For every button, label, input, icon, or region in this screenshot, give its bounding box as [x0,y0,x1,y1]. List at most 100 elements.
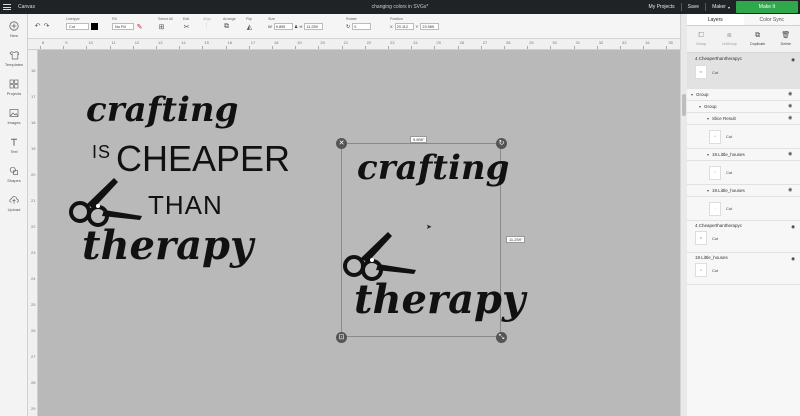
arrange-label: Arrange [223,17,236,21]
rotate-handle-icon[interactable]: ↻ [496,138,507,149]
ruler-tick [364,46,366,49]
ruler-tick [156,46,157,49]
tab-color-sync[interactable]: Color Sync [744,14,800,25]
layer-op: Cut [712,235,719,241]
ungroup-button[interactable]: ⧈ UnGroup [715,26,743,52]
caret-down-icon[interactable]: ▾ [691,92,693,97]
tool-templates[interactable]: Templates [0,44,28,73]
height-input[interactable]: 11.259 [304,23,324,30]
arrange-icon[interactable]: ⧉ [223,23,230,30]
eye-icon[interactable]: ◉ [788,104,795,109]
undo-icon[interactable]: ↶ [34,22,41,30]
scissors-art [69,178,142,227]
lock-icon[interactable]: 🔒︎ [295,24,298,30]
tool-label: Text [10,149,18,154]
tool-new[interactable]: New [0,15,28,44]
artwork-crafting-is-cheaper[interactable]: crafting IS CHEAPER THAN therapy [68,90,290,330]
ruler-tick [411,46,413,49]
tool-images[interactable]: Images [0,102,28,131]
pos-x-label: X [390,24,393,29]
caret-down-icon[interactable]: ▾ [707,152,709,157]
layer-group[interactable]: ▾ Group ◉ [687,101,800,113]
shapes-icon [9,166,19,176]
align-icon[interactable]: ⫶ [203,23,210,30]
tool-text[interactable]: Text [0,131,28,160]
delete-handle-icon[interactable]: ✕ [336,138,347,149]
layer-item[interactable]: ⌂ Cut [687,197,800,221]
select-all-icon[interactable]: ⊞ [158,23,165,31]
linetype-select[interactable]: Cut [66,23,89,30]
layer-item[interactable]: 19.Little_houses ⌂ Cut ◉ [687,253,800,285]
caret-down-icon[interactable]: ▾ [707,188,709,193]
width-input[interactable]: 9.895 [273,23,293,30]
ruler-mark: 23 [390,40,395,45]
position-y-input[interactable]: 23.989 [420,23,440,30]
scrollbar-thumb[interactable] [682,94,686,116]
delete-button[interactable]: 🗑︎ Delete [772,26,800,52]
layer-item[interactable]: ⌂ Cut [687,125,800,149]
layer-group[interactable]: ▾ 19.Little_houses ◉ [687,185,800,197]
trash-icon: 🗑︎ [781,32,791,39]
eye-icon[interactable]: ◉ [791,57,795,63]
caret-down-icon[interactable]: ▾ [699,104,701,109]
chevron-down-icon: ▾ [727,4,730,10]
save-button[interactable]: Save [688,4,699,10]
tool-label: Upload [7,207,21,212]
flip-icon[interactable]: ◭ [246,23,253,31]
layer-group[interactable]: ▾ 19.Little_houses ◉ [687,149,800,161]
layer-item[interactable]: 4.Cheaperthantherapyc ✂ Cut ◉ [687,221,800,253]
ruler-mark: 26 [31,328,36,333]
pencil-icon[interactable]: ✎ [136,23,143,31]
width-readout: 9.895" [410,136,428,143]
ruler-tick [272,46,273,49]
ruler-mark: 11 [111,40,116,45]
tool-shapes[interactable]: Shapes [0,160,28,189]
ruler-mark: 20 [31,172,36,177]
tab-layers[interactable]: Layers [687,14,744,25]
tool-projects[interactable]: Projects [0,73,28,102]
selection-box[interactable]: crafting therapy [341,143,525,337]
layer-name: 19.Little_houses [695,255,728,260]
linetype-color-swatch[interactable] [91,23,98,30]
layer-item[interactable]: 4.Cheaperthantherapyc ✂ Cut ◉ [687,53,800,89]
eye-icon[interactable]: ◉ [791,224,795,230]
my-projects-link[interactable]: My Projects [649,4,675,10]
rotate-input[interactable]: 0 [352,23,372,30]
vertical-scrollbar[interactable] [680,14,687,416]
pos-y-label: Y [415,24,419,29]
fill-select[interactable]: No Fill [112,23,134,30]
scissors-icon[interactable]: ✂ [183,23,190,31]
eye-icon[interactable]: ◉ [788,92,795,97]
duplicate-button[interactable]: ⧉ Duplicate [744,26,772,52]
tool-label: Images [7,120,21,125]
caret-down-icon[interactable]: ▾ [707,116,709,121]
eye-icon[interactable]: ◉ [788,116,795,121]
ruler-mark: 30 [552,40,557,45]
eye-icon[interactable]: ◉ [788,152,795,157]
eye-icon[interactable]: ◉ [791,256,795,262]
ruler-mark: 21 [31,198,36,203]
lock-handle-icon[interactable]: ⊡ [336,332,347,343]
tool-label: New [9,33,18,38]
layer-item[interactable]: ⌂ Cut [687,161,800,185]
eye-icon[interactable]: ◉ [788,188,795,193]
group-button[interactable]: ⧠ Group [687,26,715,52]
vertical-ruler: 16 17 18 19 20 21 22 23 24 25 26 27 28 29 [28,50,38,416]
tool-upload[interactable]: Upload [0,189,28,218]
art-text-is: IS [92,142,112,162]
layer-op: Cut [726,206,733,211]
redo-icon[interactable]: ↷ [43,22,50,30]
design-canvas[interactable]: crafting IS CHEAPER THAN therapy craftin… [38,50,680,416]
group-name: 19.Little_houses [712,152,745,157]
layer-group[interactable]: ▾ Group ◉ [687,89,800,101]
machine-select[interactable]: Maker ▾ [712,4,730,10]
resize-handle-icon[interactable]: ⤡ [496,332,507,343]
grid-icon [9,79,19,89]
house-thumbnail-icon: ⌂ [709,129,721,144]
make-it-button[interactable]: Make It [736,1,798,13]
layer-group[interactable]: ▾ Slice Result ◉ [687,113,800,125]
group-name: Slice Result [712,116,736,121]
ruler-tick [63,46,65,49]
duplicate-label: Duplicate [750,42,766,46]
position-x-input[interactable]: 20.112 [394,23,414,30]
